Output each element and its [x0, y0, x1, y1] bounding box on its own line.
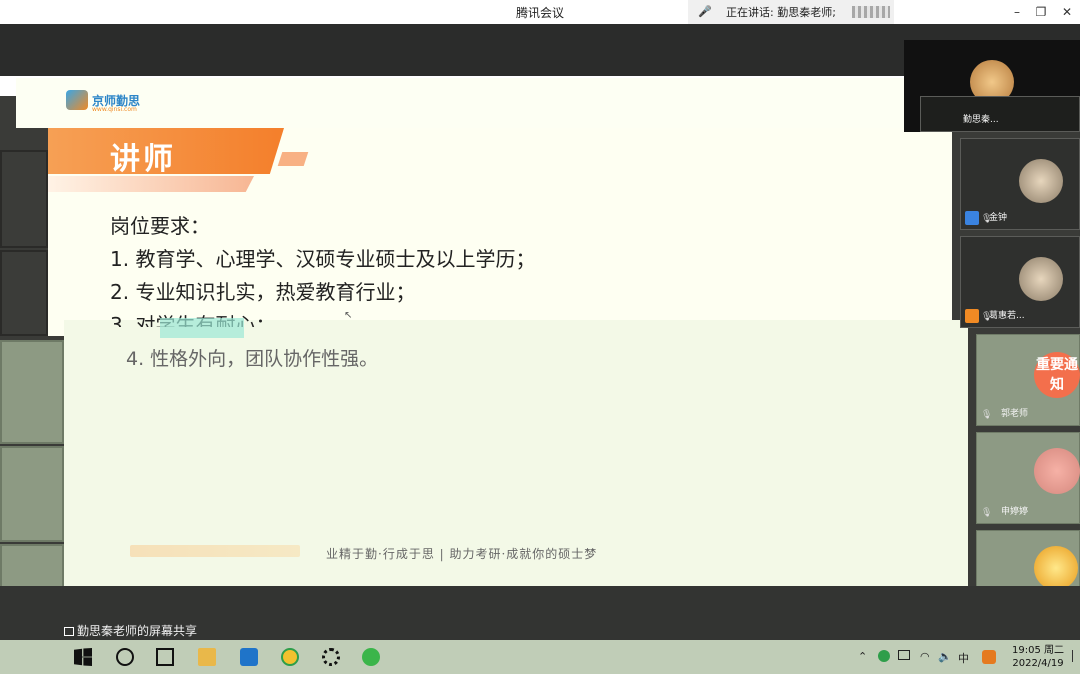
- heading-banner-underline: [48, 176, 254, 192]
- requirement-item: 2. 专业知识扎实，热爱教育行业；: [110, 280, 416, 304]
- brand-logo: 京师勤思 www.qinsi.com: [66, 90, 140, 113]
- ime-indicator[interactable]: 中: [958, 650, 969, 666]
- app-title: 腾讯会议: [515, 6, 564, 20]
- screen-share-text: 勤思秦老师的屏幕共享: [77, 624, 198, 638]
- speaking-indicator: 🎤 正在讲话: 勤思秦老师;: [688, 0, 894, 24]
- mic-icon: 🎙: [981, 508, 993, 518]
- avatar: [1034, 448, 1080, 494]
- user-icon: [965, 211, 979, 225]
- clock-date: 2022/4/19: [1012, 658, 1064, 669]
- tray-app-icon[interactable]: [878, 650, 890, 662]
- participant-name: 金钟: [989, 213, 1008, 223]
- meeting-app-icon[interactable]: [240, 648, 258, 666]
- mouse-cursor-icon: ↖: [344, 310, 353, 321]
- sogou-icon[interactable]: [982, 650, 996, 664]
- heading-banner-accent: [277, 152, 309, 166]
- participant-name: 勤思秦...: [963, 115, 999, 125]
- minimize-button[interactable]: –: [1004, 0, 1030, 24]
- speaking-text: 正在讲话: 勤思秦老师;: [726, 6, 836, 19]
- left-panel: [0, 150, 48, 248]
- title-bar: 腾讯会议: [0, 0, 1080, 24]
- search-icon[interactable]: [116, 648, 134, 666]
- avatar: [1019, 257, 1063, 301]
- volume-icon[interactable]: 🔈: [938, 650, 952, 663]
- participant-name: 葛惠若...: [989, 311, 1025, 321]
- tray-chevron-icon[interactable]: ⌃: [858, 650, 867, 663]
- wifi-icon[interactable]: ◠: [920, 650, 930, 663]
- participant-tile[interactable]: 🎙 金钟: [960, 138, 1080, 230]
- left-panel: [0, 340, 64, 444]
- file-explorer-icon[interactable]: [198, 648, 216, 666]
- participant-name: 申婷婷: [1001, 507, 1029, 517]
- user-icon: [965, 309, 979, 323]
- screen-share-icon: [64, 627, 74, 636]
- requirement-item: 1. 教育学、心理学、汉硕专业硕士及以上学历；: [110, 247, 536, 271]
- slide-slogan: 业精于勤·行成于思 | 助力考研·成就你的硕士梦: [326, 547, 598, 561]
- close-button[interactable]: ✕: [1054, 0, 1080, 24]
- task-view-icon[interactable]: [156, 648, 174, 666]
- avatar: [1034, 546, 1078, 590]
- slide-heading: 讲师: [110, 142, 176, 177]
- participant-tile[interactable]: 🎙 葛惠若...: [960, 236, 1080, 328]
- notice-sticker: 重要通知: [1034, 352, 1080, 398]
- voice-level-icon: [851, 6, 890, 18]
- left-panel: [0, 544, 64, 590]
- avatar: [1019, 159, 1063, 203]
- left-panel: [0, 250, 48, 336]
- settings-icon[interactable]: [322, 648, 340, 666]
- hotline-strip: [130, 545, 300, 557]
- left-panel: [0, 446, 64, 542]
- restore-button[interactable]: ❐: [1028, 0, 1054, 24]
- notification-icon[interactable]: [1072, 650, 1080, 662]
- mic-muted-icon: 🎤: [698, 5, 712, 18]
- logo-icon: [66, 90, 88, 110]
- logo-url: www.qinsi.com: [92, 106, 137, 113]
- participant-name: 郭老师: [1001, 409, 1029, 419]
- battery-icon[interactable]: [898, 650, 910, 660]
- screen-share-label: 勤思秦老师的屏幕共享: [64, 622, 197, 639]
- wechat-icon[interactable]: [362, 648, 380, 666]
- slide-header-strip: [16, 78, 920, 128]
- requirement-item: 4. 性格外向，团队协作性强。: [126, 348, 379, 370]
- taskbar-clock[interactable]: 19:05 周二 2022/4/19: [1006, 644, 1070, 670]
- requirements-title: 岗位要求：: [110, 214, 210, 238]
- browser-icon[interactable]: [281, 648, 299, 666]
- render-artifact: [160, 318, 244, 338]
- mic-icon: 🎙: [981, 410, 993, 420]
- screen: 腾讯会议 🎤 正在讲话: 勤思秦老师; – ❐ ✕ 京师勤思 www.qinsi…: [0, 0, 1080, 674]
- participant-tile[interactable]: 勤思秦...: [920, 96, 1080, 132]
- clock-time: 19:05 周二: [1012, 645, 1064, 656]
